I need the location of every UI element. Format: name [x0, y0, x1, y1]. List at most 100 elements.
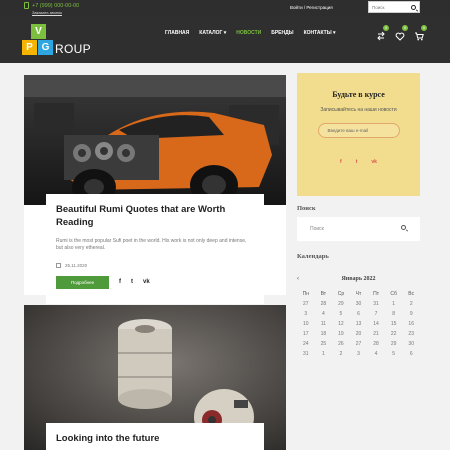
calendar-day[interactable]: 7 [367, 310, 385, 318]
post-image-car[interactable] [24, 75, 286, 205]
cart-count: 0 [421, 25, 427, 31]
logo-text: ROUP [55, 42, 91, 56]
calendar-day[interactable]: 28 [315, 300, 333, 308]
calendar-day[interactable]: 10 [297, 320, 315, 328]
calendar-day[interactable]: 1 [315, 350, 333, 358]
calendar-day[interactable]: 14 [367, 320, 385, 328]
calendar-day[interactable]: 18 [315, 330, 333, 338]
nav-item-brands[interactable]: БРЕНДЫ [271, 30, 293, 36]
wishlist-button[interactable]: 0 [395, 25, 408, 41]
post-excerpt: Rumi is the most popular Sufi poet in th… [56, 237, 247, 252]
calendar-day[interactable]: 16 [402, 320, 420, 328]
calendar-day[interactable]: 17 [297, 330, 315, 338]
calendar-weekday: Пн [302, 291, 309, 297]
post-card: Beautiful Rumi Quotes that are Worth Rea… [46, 194, 264, 304]
wishlist-count: 0 [402, 25, 408, 31]
header-icons: 0 0 0 [376, 25, 427, 41]
calendar-day[interactable]: 21 [367, 330, 385, 338]
top-search-input[interactable]: Поиск [368, 1, 420, 13]
phone-icon [24, 2, 29, 9]
calendar-day[interactable]: 6 [402, 350, 420, 358]
calendar-weekday: Сб [390, 291, 397, 297]
calendar-day[interactable]: 30 [402, 340, 420, 348]
search-icon[interactable] [401, 225, 406, 230]
calendar-day[interactable]: 29 [385, 340, 403, 348]
callback-link[interactable]: Заказать звонок [32, 10, 62, 15]
calendar-day[interactable]: 24 [297, 340, 315, 348]
calendar-day[interactable]: 19 [332, 330, 350, 338]
cart-icon [415, 32, 424, 41]
calendar-day[interactable]: 29 [332, 300, 350, 308]
calendar-day[interactable]: 27 [297, 300, 315, 308]
post-date: 25.11.2020 [56, 262, 254, 268]
calendar-day[interactable]: 8 [385, 310, 403, 318]
logo-letter-v: V [31, 24, 46, 39]
nav-item-home[interactable]: ГЛАВНАЯ [165, 30, 189, 36]
vk-icon[interactable]: vk [371, 159, 377, 165]
phone-number[interactable]: +7 (999) 000-00-00 [32, 3, 79, 9]
search-widget-title: Поиск [297, 205, 316, 212]
calendar-icon [56, 262, 61, 268]
calendar-day[interactable]: 9 [402, 310, 420, 318]
nav-item-catalog[interactable]: КАТАЛОГ ▾ [199, 30, 226, 36]
calendar-day[interactable]: 30 [350, 300, 368, 308]
calendar-day[interactable]: 1 [385, 300, 403, 308]
calendar-weekday: Вс [408, 291, 415, 297]
calendar-day[interactable]: 2 [332, 350, 350, 358]
calendar-widget: ‹ Январь 2022 Пн Вт Ср Чт Пт Сб Вс 27 28 29 30 31 1 2… [297, 274, 420, 358]
subscribe-widget: Будьте в курсе Записывайтесь на наши нов… [297, 73, 420, 196]
main-nav: ГЛАВНАЯ КАТАЛОГ ▾ НОВОСТИ БРЕНДЫ КОНТАКТ… [165, 30, 336, 36]
calendar-day[interactable]: 23 [402, 330, 420, 338]
phone-link[interactable]: +7 (999) 000-00-00 [24, 2, 79, 9]
calendar-day[interactable]: 5 [332, 310, 350, 318]
calendar-day[interactable]: 28 [367, 340, 385, 348]
logo[interactable]: V P G ROUP [22, 22, 92, 58]
calendar-day[interactable]: 4 [367, 350, 385, 358]
calendar-day[interactable]: 5 [385, 350, 403, 358]
calendar-day[interactable]: 13 [350, 320, 368, 328]
sidebar-search-input[interactable]: Поиск [297, 217, 420, 241]
post-title[interactable]: Looking into the future [56, 433, 254, 446]
logo-letter-p: P [22, 40, 37, 55]
calendar-day[interactable]: 12 [332, 320, 350, 328]
subscribe-title: Будьте в курсе [332, 90, 385, 99]
facebook-icon[interactable]: f [340, 159, 342, 165]
cart-button[interactable]: 0 [414, 25, 427, 41]
subscribe-text: Записывайтесь на наши новости [320, 107, 397, 113]
facebook-icon[interactable]: f [119, 279, 121, 285]
calendar-day[interactable]: 15 [385, 320, 403, 328]
post-title[interactable]: Beautiful Rumi Quotes that are Worth Rea… [56, 204, 254, 230]
calendar-weekday: Чт [355, 291, 362, 297]
calendar-grid: Пн Вт Ср Чт Пт Сб Вс 27 28 29 30 31 1 2 3 4 5 6 7 8 9 10 11 12 1… [297, 290, 420, 358]
email-field[interactable]: Введите ваш e-mail [317, 122, 400, 138]
calendar-day[interactable]: 2 [402, 300, 420, 308]
calendar-day[interactable]: 6 [350, 310, 368, 318]
post-date-text: 25.11.2020 [65, 262, 88, 268]
calendar-day[interactable]: 22 [385, 330, 403, 338]
calendar-day[interactable]: 31 [367, 300, 385, 308]
read-more-button[interactable]: Подробнее [56, 275, 109, 289]
calendar-month: Январь 2022 [341, 276, 376, 282]
calendar-day[interactable]: 20 [350, 330, 368, 338]
subscribe-socials: f t vk [297, 159, 420, 165]
calendar-weekday: Вт [320, 291, 327, 297]
twitter-icon[interactable]: t [131, 279, 133, 285]
login-link[interactable]: Войти / Регистрация [290, 5, 333, 10]
compare-count: 0 [383, 25, 389, 31]
vk-icon[interactable]: vk [143, 279, 150, 285]
calendar-day[interactable]: 11 [315, 320, 333, 328]
search-icon[interactable] [411, 4, 416, 10]
calendar-day[interactable]: 3 [350, 350, 368, 358]
compare-button[interactable]: 0 [376, 25, 389, 41]
calendar-day[interactable]: 26 [332, 340, 350, 348]
sidebar-search-placeholder: Поиск [310, 226, 324, 232]
calendar-day[interactable]: 31 [297, 350, 315, 358]
calendar-weekday: Пт [373, 291, 379, 297]
nav-item-news[interactable]: НОВОСТИ [236, 30, 261, 36]
calendar-day[interactable]: 3 [297, 310, 315, 318]
calendar-day[interactable]: 27 [350, 340, 368, 348]
calendar-day[interactable]: 25 [315, 340, 333, 348]
calendar-day[interactable]: 4 [315, 310, 333, 318]
twitter-icon[interactable]: t [356, 159, 358, 165]
nav-item-contacts[interactable]: КОНТАКТЫ ▾ [304, 30, 336, 36]
